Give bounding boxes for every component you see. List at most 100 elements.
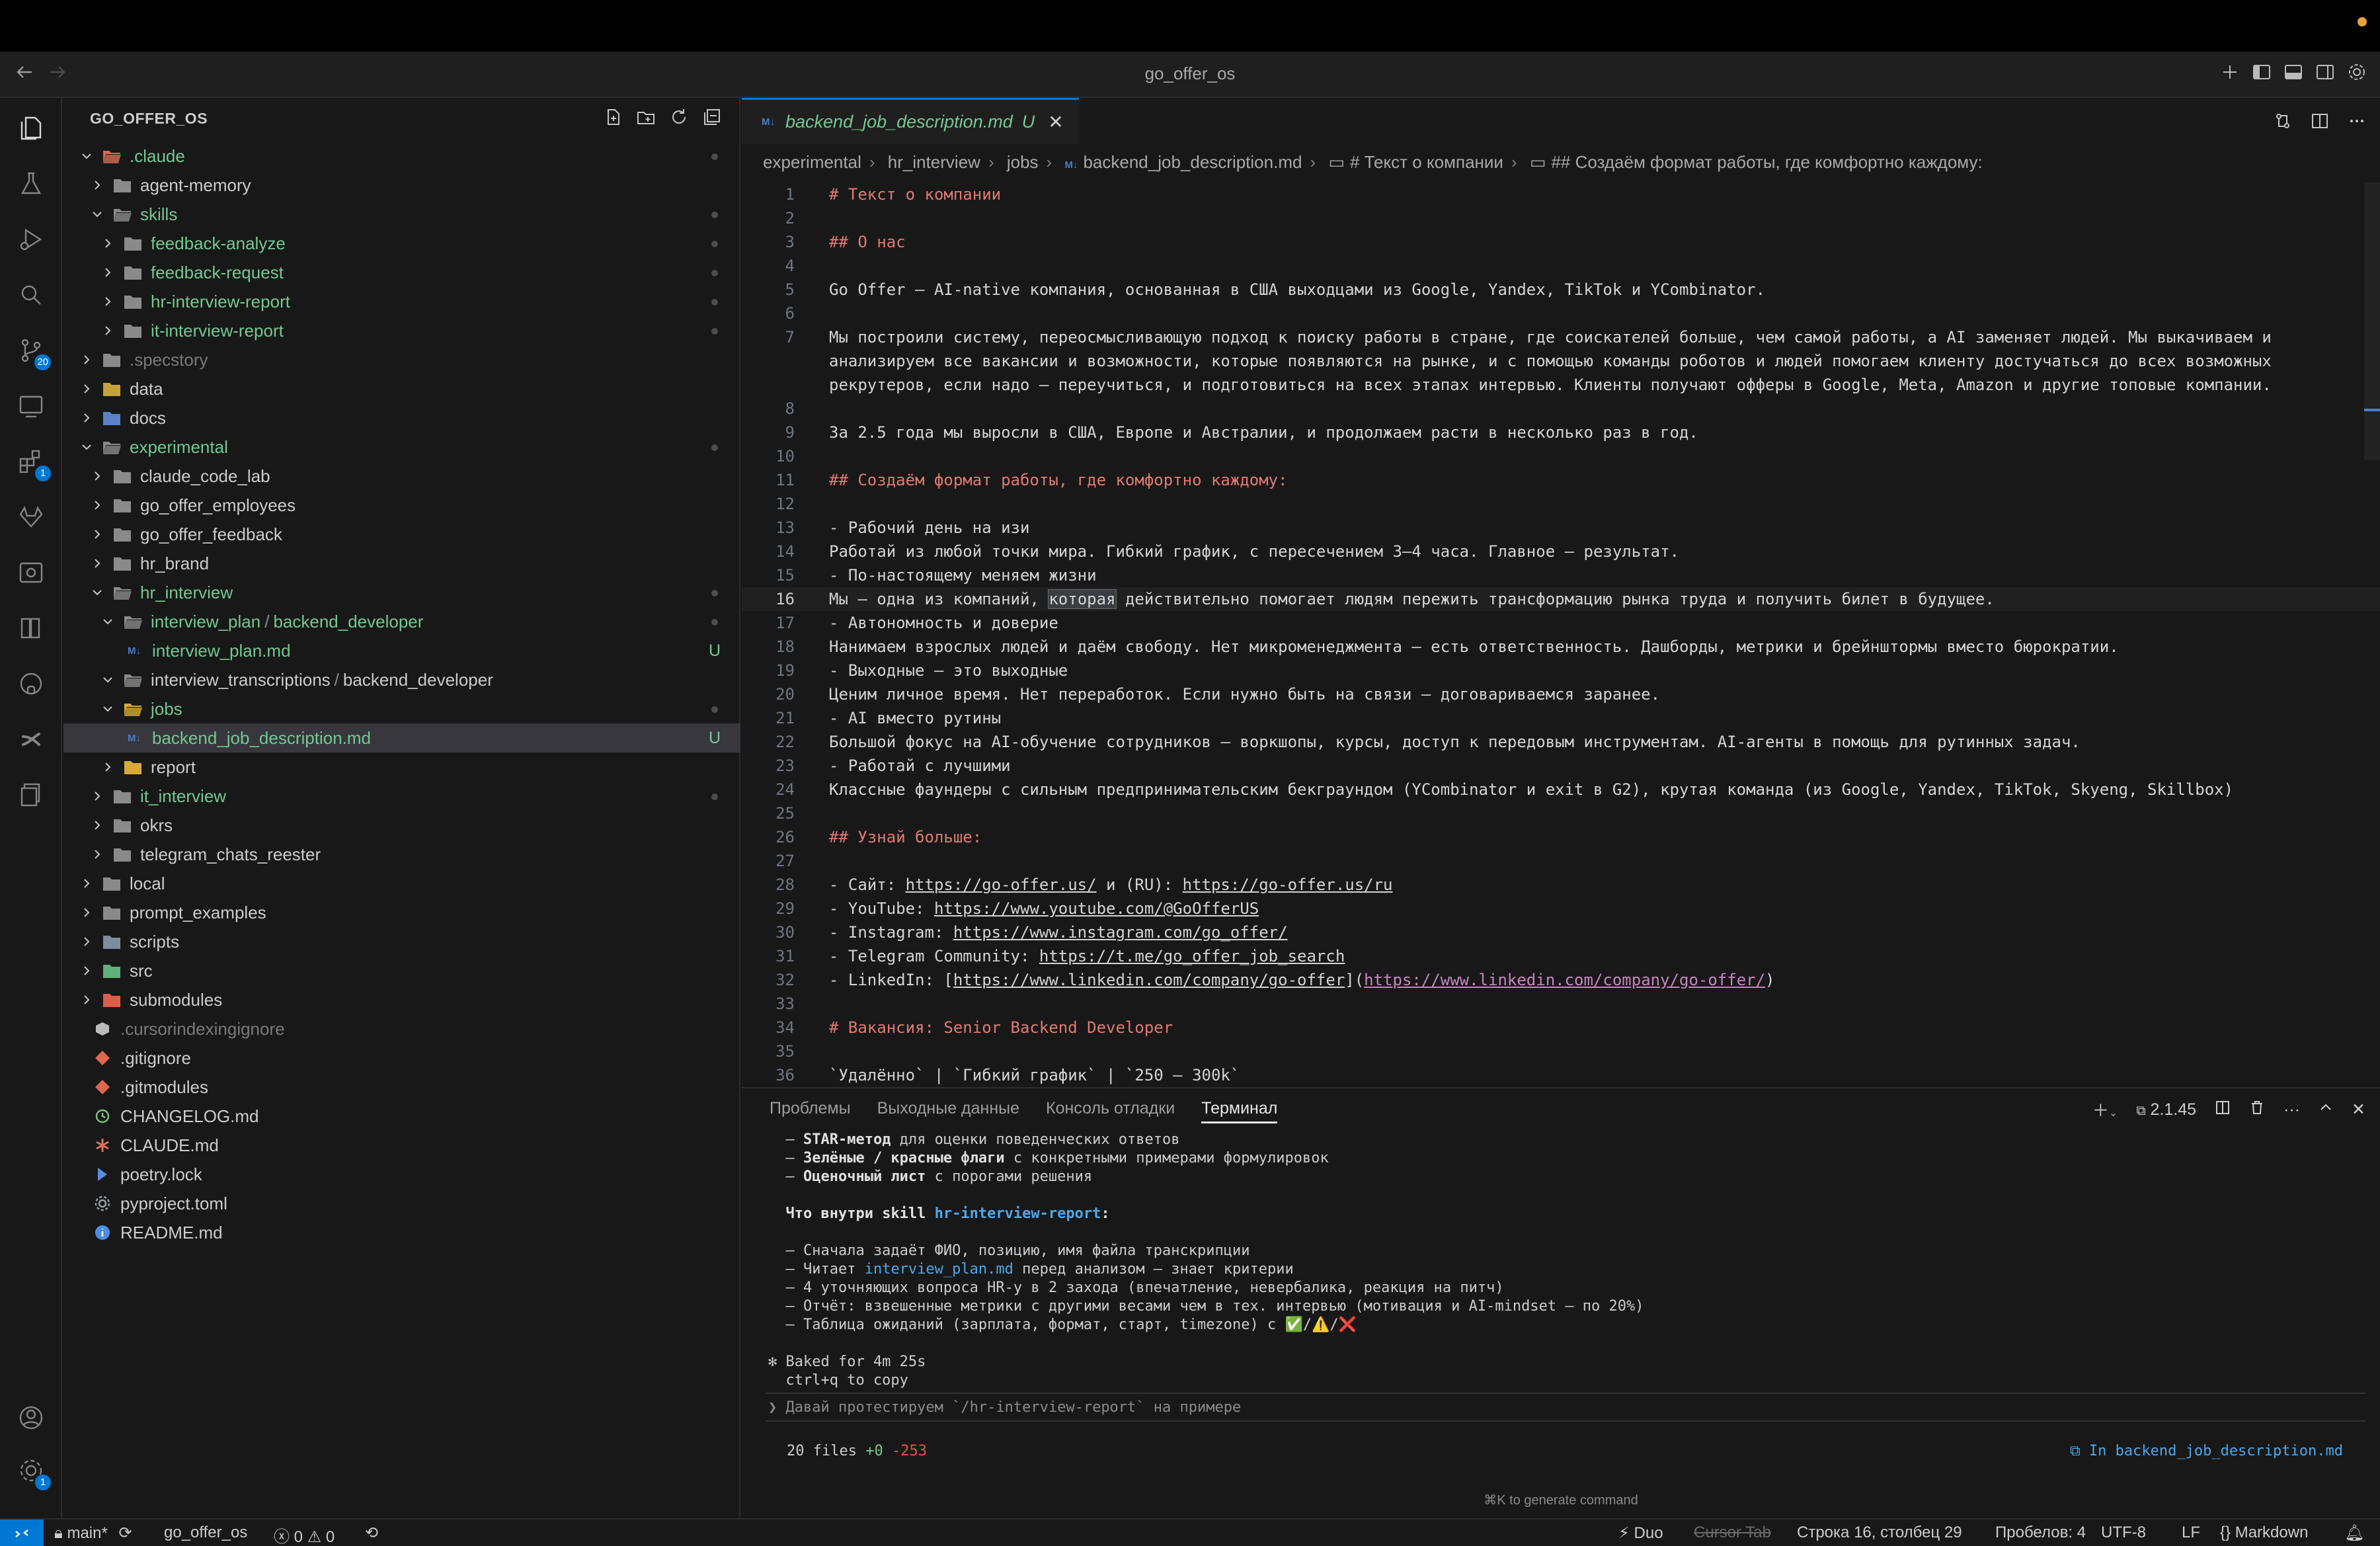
tab-terminal[interactable]: Терминал — [1201, 1099, 1278, 1123]
chevron-right-icon[interactable] — [81, 907, 93, 918]
toggle-secondary-sidebar-icon[interactable] — [2315, 62, 2335, 82]
open-changes-icon[interactable] — [2273, 111, 2293, 134]
terminal-output[interactable]: – STAR-метод для оценки поведенческих от… — [768, 1131, 2368, 1390]
tree-folder[interactable]: it-interview-report — [63, 316, 740, 345]
notifications-bell-icon[interactable]: 🔔︎ — [2344, 1524, 2364, 1543]
run-debug-icon[interactable] — [15, 224, 47, 255]
tree-folder[interactable]: prompt_examples — [63, 898, 740, 927]
chevron-down-icon[interactable] — [91, 587, 103, 598]
chevron-right-icon[interactable] — [91, 470, 103, 482]
tree-folder[interactable]: feedback-analyze — [63, 229, 740, 258]
chevron-right-icon[interactable] — [102, 296, 114, 307]
cursor-tab-indicator[interactable]: Cursor Tab — [1694, 1524, 1771, 1542]
code-link[interactable]: https://www.youtube.com/@GoOfferUS — [934, 899, 1259, 918]
testing-flask-icon[interactable] — [15, 168, 47, 200]
tree-file[interactable]: .cursorindexingignore — [63, 1014, 740, 1043]
tree-folder[interactable]: .specstory — [63, 345, 740, 374]
chevron-right-icon[interactable] — [102, 266, 114, 278]
terminal-prompt-input[interactable]: ❯ Давай протестируем `/hr-interview-repo… — [766, 1393, 2365, 1422]
tree-folder[interactable]: feedback-request — [63, 258, 740, 287]
code-link[interactable]: https://www.instagram.com/go_offer/ — [953, 923, 1288, 942]
tab-problems[interactable]: Проблемы — [770, 1099, 851, 1118]
terminal-instance[interactable]: ⧉ 2.1.45 — [2136, 1100, 2196, 1119]
timeline-icon[interactable]: ⟲ — [365, 1524, 378, 1543]
tree-folder[interactable]: hr-interview-report — [63, 287, 740, 316]
source-control-icon[interactable]: 20 — [15, 335, 51, 370]
tree-file[interactable]: CHANGELOG.md — [63, 1102, 740, 1131]
close-tab-icon[interactable]: ✕ — [1048, 111, 1063, 133]
tree-folder[interactable]: hr_brand — [63, 549, 740, 578]
tree-folder[interactable]: jobs — [63, 694, 740, 723]
tree-folder[interactable]: interview_plan / backend_developer — [63, 607, 740, 636]
project-name[interactable]: go_offer_os — [164, 1524, 247, 1542]
chevron-right-icon[interactable] — [81, 412, 93, 424]
docker-icon[interactable] — [15, 557, 47, 589]
duo-indicator[interactable]: ⚡︎ Duo — [1618, 1524, 1663, 1543]
context-file-indicator[interactable]: ⧉ In backend_job_description.md — [2070, 1443, 2343, 1459]
toggle-panel-icon[interactable] — [2283, 62, 2303, 82]
breadcrumb-item[interactable]: backend_job_description.md — [1083, 152, 1302, 173]
panel-more-icon[interactable]: ··· — [2283, 1100, 2300, 1119]
explorer-files-icon[interactable] — [15, 112, 47, 144]
chevron-right-icon[interactable] — [81, 965, 93, 977]
chevron-right-icon[interactable] — [102, 237, 114, 249]
code-link[interactable]: https://go-offer.us/ — [906, 875, 1097, 894]
collapse-all-icon[interactable] — [702, 107, 722, 130]
tree-folder[interactable]: report — [63, 753, 740, 782]
chevron-right-icon[interactable] — [81, 936, 93, 948]
tree-folder[interactable]: hr_interview — [63, 578, 740, 607]
tree-folder[interactable]: data — [63, 374, 740, 403]
maximize-panel-icon[interactable] — [2319, 1100, 2333, 1119]
chevron-down-icon[interactable] — [102, 616, 114, 628]
books-icon[interactable] — [15, 612, 47, 644]
indentation[interactable]: Пробелов: 4 — [1995, 1524, 2086, 1542]
new-chat-icon[interactable] — [2220, 62, 2240, 82]
chevron-right-icon[interactable] — [91, 557, 103, 569]
tree-file[interactable]: README.md — [63, 1218, 740, 1247]
chevron-down-icon[interactable] — [81, 150, 93, 162]
chevron-right-icon[interactable] — [102, 325, 114, 337]
tree-file[interactable]: M↓ interview_plan.md U — [63, 636, 740, 665]
problems-indicator[interactable]: ⓧ 0 ⚠ 0 — [274, 1524, 335, 1546]
tree-folder[interactable]: skills — [63, 200, 740, 229]
code-link[interactable]: https://t.me/go_offer_job_search — [1039, 947, 1345, 965]
account-icon[interactable] — [15, 1402, 47, 1434]
more-actions-icon[interactable] — [2347, 111, 2367, 134]
tree-folder[interactable]: submodules — [63, 985, 740, 1014]
tree-file[interactable]: pyproject.toml — [63, 1189, 740, 1218]
editor-scrollbar[interactable] — [2364, 183, 2380, 460]
tree-file[interactable]: poetry.lock — [63, 1160, 740, 1189]
tree-file[interactable]: CLAUDE.md — [63, 1131, 740, 1160]
copy-files-icon[interactable] — [15, 779, 47, 811]
tree-folder[interactable]: claude_code_lab — [63, 462, 740, 491]
split-terminal-icon[interactable] — [2215, 1100, 2231, 1120]
tree-folder[interactable]: go_offer_feedback — [63, 520, 740, 549]
new-file-icon[interactable] — [603, 107, 623, 130]
breadcrumb-item[interactable]: jobs — [1007, 152, 1039, 173]
branch-indicator[interactable]: 🔒︎ main* ⟳ — [54, 1524, 132, 1543]
chevron-right-icon[interactable] — [81, 383, 93, 395]
tree-folder[interactable]: agent-memory — [63, 171, 740, 200]
chevron-down-icon[interactable] — [102, 703, 114, 715]
tree-folder[interactable]: telegram_chats_reester — [63, 840, 740, 869]
chevron-right-icon[interactable] — [91, 528, 103, 540]
code-link[interactable]: https://www.linkedin.com/company/go-offe… — [953, 971, 1345, 989]
code-editor[interactable]: 1 # Текст о компании 2 3 ## О нас 4 5 Go Offer … — [742, 183, 2380, 1086]
split-editor-icon[interactable] — [2310, 111, 2330, 134]
tree-file[interactable]: M↓ backend_job_description.md U — [63, 723, 740, 753]
chevron-right-icon[interactable] — [91, 819, 103, 831]
github-icon[interactable] — [15, 668, 47, 700]
tree-folder[interactable]: it_interview — [63, 782, 740, 811]
chevron-right-icon[interactable] — [81, 354, 93, 366]
chevron-right-icon[interactable] — [91, 499, 103, 511]
chevron-right-icon[interactable] — [91, 848, 103, 860]
remote-explorer-icon[interactable] — [15, 390, 47, 422]
tree-folder[interactable]: okrs — [63, 811, 740, 840]
line-ending[interactable]: LF — [2182, 1524, 2200, 1542]
remote-indicator-icon[interactable] — [0, 1520, 44, 1546]
breadcrumb-item[interactable]: experimental — [763, 152, 861, 173]
new-folder-icon[interactable] — [636, 107, 656, 130]
extensions-icon[interactable]: 1 — [15, 446, 51, 481]
close-panel-icon[interactable]: ✕ — [2352, 1100, 2365, 1119]
gitlab-icon[interactable] — [15, 501, 47, 533]
